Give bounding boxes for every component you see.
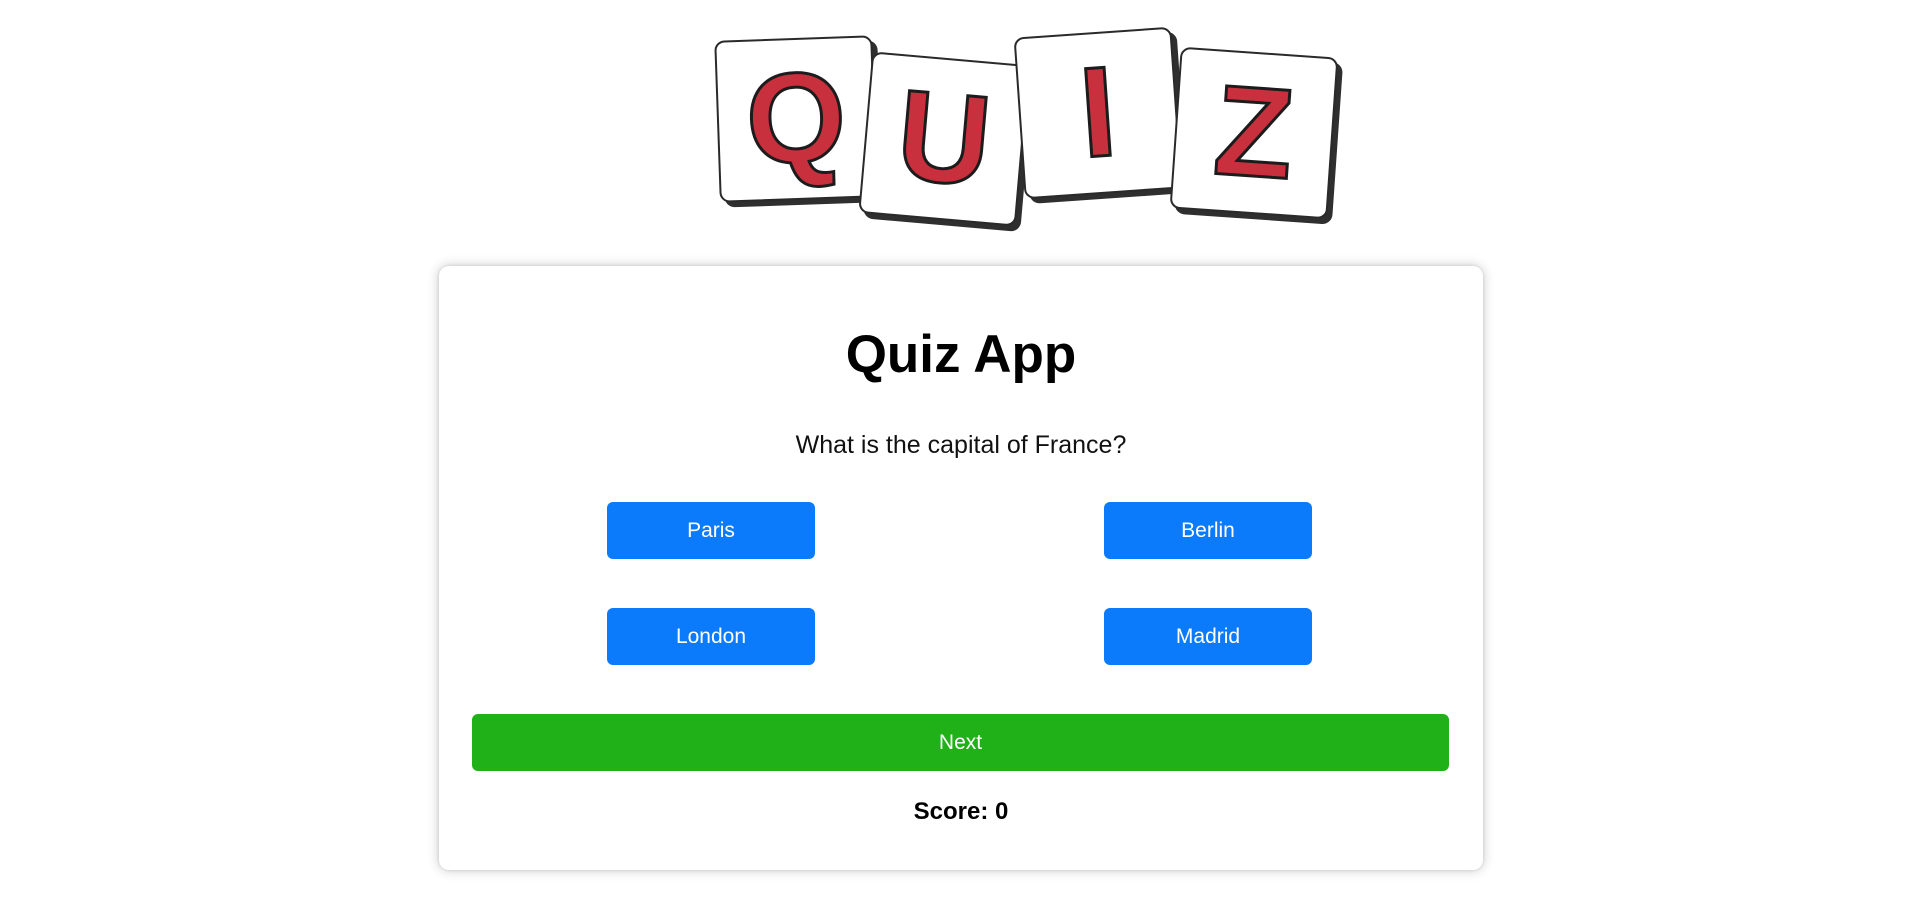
answer-button-london[interactable]: London bbox=[607, 608, 815, 665]
question-text: What is the capital of France? bbox=[795, 431, 1127, 459]
logo-tile-q: Q bbox=[714, 35, 878, 203]
logo-tile-u: U bbox=[858, 51, 1030, 227]
logo-letter-z: Z bbox=[1209, 57, 1300, 208]
logo-letter-i: I bbox=[1074, 38, 1122, 186]
score-display: Score: 0 bbox=[913, 798, 1009, 825]
logo-tile-z: Z bbox=[1169, 46, 1339, 220]
answer-button-berlin[interactable]: Berlin bbox=[1104, 502, 1312, 559]
quiz-logo: Q U I Z bbox=[713, 26, 1353, 238]
quiz-card: Quiz App What is the capital of France? … bbox=[439, 266, 1483, 870]
logo-letter-u: U bbox=[890, 62, 998, 216]
logo-letter-q: Q bbox=[742, 44, 849, 193]
answer-button-madrid[interactable]: Madrid bbox=[1104, 608, 1312, 665]
next-button[interactable]: Next bbox=[472, 714, 1449, 771]
logo-tile-i: I bbox=[1013, 26, 1183, 200]
answer-button-paris[interactable]: Paris bbox=[607, 502, 815, 559]
page-title: Quiz App bbox=[845, 325, 1077, 384]
